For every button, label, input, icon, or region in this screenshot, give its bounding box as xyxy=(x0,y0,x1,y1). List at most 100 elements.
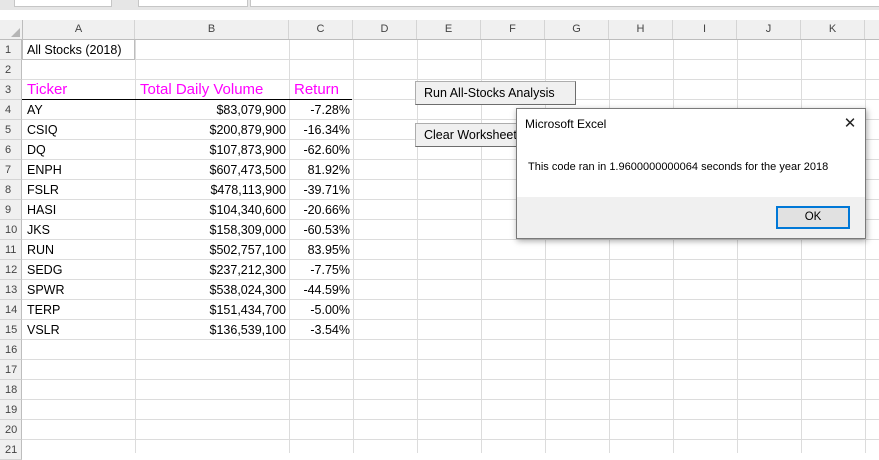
row-header-1[interactable]: 1 xyxy=(0,40,22,60)
dialog-titlebar[interactable]: Microsoft Excel ✕ xyxy=(517,109,865,139)
cell-return[interactable]: 83.95% xyxy=(290,240,353,260)
column-header-d[interactable]: D xyxy=(353,20,417,39)
cell-return[interactable]: -7.75% xyxy=(290,260,353,280)
row-header-6[interactable]: 6 xyxy=(0,140,22,160)
row-header-3[interactable]: 3 xyxy=(0,80,22,100)
function-box[interactable] xyxy=(138,0,248,7)
row-header-15[interactable]: 15 xyxy=(0,320,22,340)
column-header-k[interactable]: K xyxy=(801,20,865,39)
select-all-button[interactable] xyxy=(0,20,23,39)
gridline xyxy=(22,359,879,360)
column-header-g[interactable]: G xyxy=(545,20,609,39)
row-header-9[interactable]: 9 xyxy=(0,200,22,220)
column-header-h[interactable]: H xyxy=(609,20,673,39)
row-header-7[interactable]: 7 xyxy=(0,160,22,180)
cell-ticker[interactable]: HASI xyxy=(23,200,56,220)
gridline xyxy=(22,59,879,60)
gridline xyxy=(22,399,879,400)
column-header-f[interactable]: F xyxy=(481,20,545,39)
select-all-triangle-icon xyxy=(11,28,20,37)
cell-volume[interactable]: $107,873,900 xyxy=(136,140,289,160)
cell-return[interactable]: -16.34% xyxy=(290,120,353,140)
row-header-13[interactable]: 13 xyxy=(0,280,22,300)
gridline xyxy=(673,40,674,453)
cell-return[interactable]: -44.59% xyxy=(290,280,353,300)
gridline xyxy=(353,40,354,453)
row-header-4[interactable]: 4 xyxy=(0,100,22,120)
cell-ticker[interactable]: DQ xyxy=(23,140,46,160)
row-header-5[interactable]: 5 xyxy=(0,120,22,140)
cell-volume[interactable]: $237,212,300 xyxy=(136,260,289,280)
cell-return[interactable]: -7.28% xyxy=(290,100,353,120)
dialog-body: This code ran in 1.9600000000064 seconds… xyxy=(517,139,865,197)
header-total-daily-volume[interactable]: Total Daily Volume xyxy=(136,80,263,100)
gridline xyxy=(801,40,802,453)
column-headers: A B C D E F G H I J K xyxy=(0,20,879,40)
formula-input[interactable] xyxy=(250,0,879,7)
column-header-c[interactable]: C xyxy=(289,20,353,39)
cell-ticker[interactable]: CSIQ xyxy=(23,120,58,140)
cell-volume[interactable]: $151,434,700 xyxy=(136,300,289,320)
cell-ticker[interactable]: SEDG xyxy=(23,260,62,280)
gridline xyxy=(609,40,610,453)
header-return[interactable]: Return xyxy=(290,80,339,100)
run-all-stocks-analysis-button[interactable]: Run All-Stocks Analysis xyxy=(415,81,576,105)
close-icon[interactable]: ✕ xyxy=(839,113,861,135)
row-header-8[interactable]: 8 xyxy=(0,180,22,200)
gridline xyxy=(22,419,879,420)
cell-return[interactable]: 81.92% xyxy=(290,160,353,180)
cell-ticker[interactable]: VSLR xyxy=(23,320,60,340)
cell-volume[interactable]: $502,757,100 xyxy=(136,240,289,260)
sheet-title[interactable]: All Stocks (2018) xyxy=(23,40,121,60)
ok-button[interactable]: OK xyxy=(776,206,850,229)
dialog-title: Microsoft Excel xyxy=(525,117,607,131)
row-header-19[interactable]: 19 xyxy=(0,400,22,420)
row-header-10[interactable]: 10 xyxy=(0,220,22,240)
row-header-11[interactable]: 11 xyxy=(0,240,22,260)
cell-return[interactable]: -5.00% xyxy=(290,300,353,320)
row-header-16[interactable]: 16 xyxy=(0,340,22,360)
cell-volume[interactable]: $136,539,100 xyxy=(136,320,289,340)
cell-return[interactable]: -60.53% xyxy=(290,220,353,240)
row-header-18[interactable]: 18 xyxy=(0,380,22,400)
cell-ticker[interactable]: TERP xyxy=(23,300,60,320)
header-ticker[interactable]: Ticker xyxy=(23,80,67,100)
cell-volume[interactable]: $607,473,500 xyxy=(136,160,289,180)
cell-return[interactable]: -62.60% xyxy=(290,140,353,160)
message-box-dialog: Microsoft Excel ✕ This code ran in 1.960… xyxy=(516,108,866,239)
cell-ticker[interactable]: JKS xyxy=(23,220,50,240)
clear-worksheet-button[interactable]: Clear Worksheet xyxy=(415,123,518,147)
cell-volume[interactable]: $200,879,900 xyxy=(136,120,289,140)
row-header-2[interactable]: 2 xyxy=(0,60,22,80)
cell-return[interactable]: -3.54% xyxy=(290,320,353,340)
cell-volume[interactable]: $158,309,000 xyxy=(136,220,289,240)
cell-volume[interactable]: $83,079,900 xyxy=(136,100,289,120)
cell-return[interactable]: -39.71% xyxy=(290,180,353,200)
row-header-12[interactable]: 12 xyxy=(0,260,22,280)
cell-return[interactable]: -20.66% xyxy=(290,200,353,220)
cell-ticker[interactable]: FSLR xyxy=(23,180,59,200)
gridline xyxy=(22,379,879,380)
cell-volume[interactable]: $478,113,900 xyxy=(136,180,289,200)
cell-volume[interactable]: $104,340,600 xyxy=(136,200,289,220)
row-header-14[interactable]: 14 xyxy=(0,300,22,320)
gridline xyxy=(22,439,879,440)
cell-volume[interactable]: $538,024,300 xyxy=(136,280,289,300)
cell-ticker[interactable]: RUN xyxy=(23,240,54,260)
column-header-i[interactable]: I xyxy=(673,20,737,39)
formula-bar xyxy=(0,0,879,10)
column-header-e[interactable]: E xyxy=(417,20,481,39)
cell-ticker[interactable]: ENPH xyxy=(23,160,62,180)
cell-ticker[interactable]: AY xyxy=(23,100,43,120)
column-header-j[interactable]: J xyxy=(737,20,801,39)
dialog-message: This code ran in 1.9600000000064 seconds… xyxy=(528,161,829,173)
row-header-20[interactable]: 20 xyxy=(0,420,22,440)
worksheet-grid[interactable]: 1 2 3 4 5 6 7 8 9 10 11 12 13 14 15 16 1… xyxy=(0,39,879,460)
gridline xyxy=(737,40,738,453)
row-header-21[interactable]: 21 xyxy=(0,440,22,460)
name-box[interactable] xyxy=(14,0,112,7)
column-header-b[interactable]: B xyxy=(135,20,289,39)
row-header-17[interactable]: 17 xyxy=(0,360,22,380)
cell-ticker[interactable]: SPWR xyxy=(23,280,65,300)
column-header-a[interactable]: A xyxy=(23,20,135,39)
